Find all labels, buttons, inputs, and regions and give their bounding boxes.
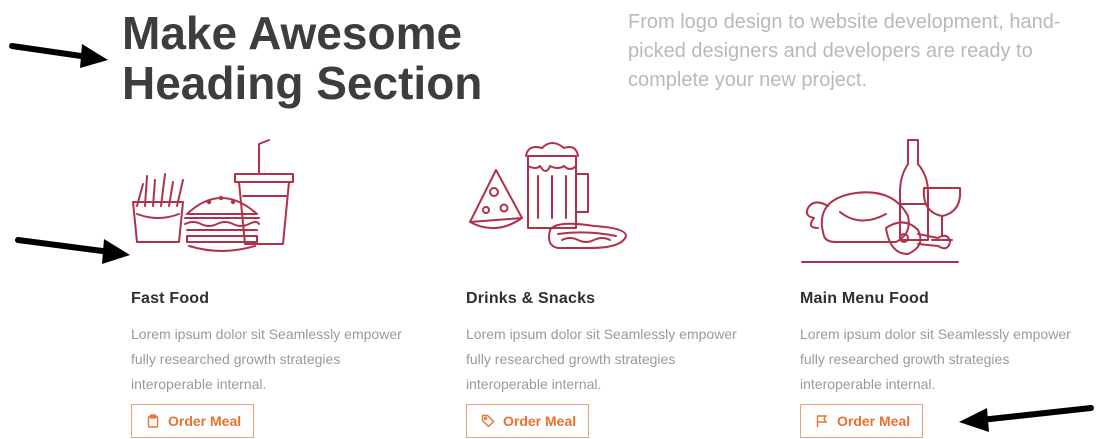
card-title: Fast Food (131, 290, 210, 307)
order-meal-button[interactable]: Order Meal (131, 404, 255, 438)
heading-line-1: Make Awesome (122, 7, 463, 59)
main-menu-food-illustration-icon (801, 139, 962, 263)
flag-icon (816, 415, 828, 427)
tag-icon (481, 414, 495, 428)
order-meal-label: Order Meal (837, 413, 911, 429)
card-drinks-snacks: Drinks & Snacks Lorem ipsum dolor sit Se… (466, 136, 766, 439)
card-title: Drinks & Snacks (466, 290, 596, 307)
arrow-to-illustration-icon (15, 237, 130, 264)
heading-line-2: Heading Section (122, 57, 483, 109)
order-meal-label: Order Meal (168, 413, 242, 429)
fast-food-illustration-icon (132, 139, 294, 252)
card-fast-food: Fast Food Lorem ipsum dolor sit Seamless… (131, 136, 431, 439)
order-meal-button[interactable]: Order Meal (800, 404, 924, 438)
card-title: Main Menu Food (800, 290, 930, 307)
clipboard-icon (147, 414, 159, 428)
order-meal-label: Order Meal (503, 413, 577, 429)
arrow-to-heading-icon (9, 43, 108, 68)
card-description: Lorem ipsum dolor sit Seamlessly empower… (800, 326, 1071, 392)
section-heading: Make Awesome Heading Section (122, 8, 562, 108)
drinks-snacks-illustration-icon (469, 142, 627, 249)
intro-text: From logo design to website development,… (628, 11, 1061, 91)
order-meal-button[interactable]: Order Meal (466, 404, 590, 438)
card-description: Lorem ipsum dolor sit Seamlessly empower… (131, 326, 402, 392)
card-main-menu-food: Main Menu Food Lorem ipsum dolor sit Sea… (800, 136, 1098, 439)
card-description: Lorem ipsum dolor sit Seamlessly empower… (466, 326, 737, 392)
